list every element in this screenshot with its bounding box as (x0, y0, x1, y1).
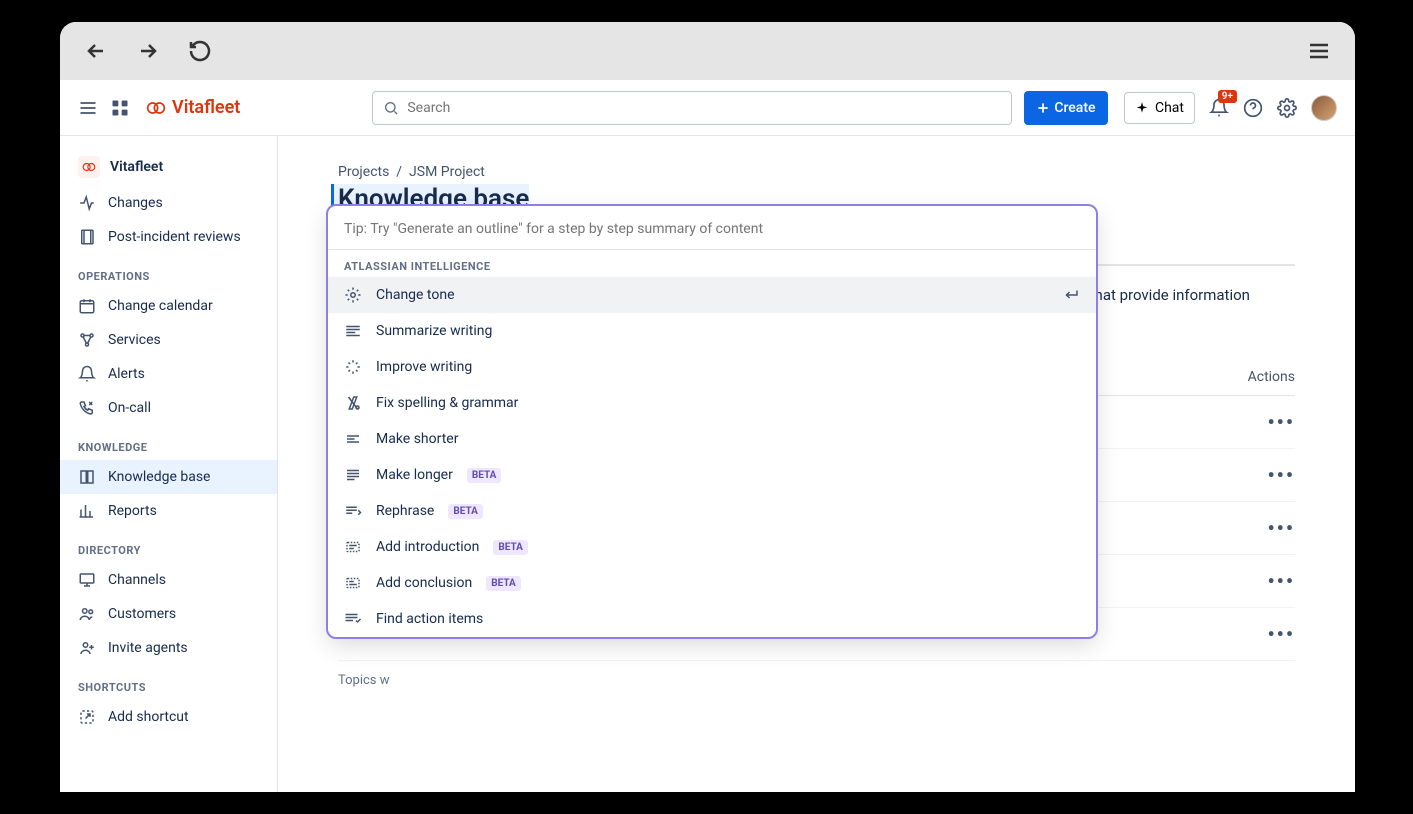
ai-item-icon (344, 502, 362, 520)
sidebar-item[interactable]: Changes (60, 186, 277, 220)
sidebar-item[interactable]: Invite agents (60, 631, 277, 665)
sidebar-section: DIRECTORY (60, 528, 277, 563)
breadcrumb-current[interactable]: JSM Project (409, 164, 485, 180)
create-button[interactable]: Create (1024, 91, 1107, 125)
row-actions-button[interactable]: ••• (1267, 410, 1295, 434)
brand-name: Vitafleet (172, 97, 240, 118)
beta-badge: BETA (486, 576, 521, 591)
sidebar-icon (78, 605, 96, 623)
settings-button[interactable] (1277, 98, 1297, 118)
forward-button[interactable] (136, 39, 160, 63)
sidebar-icon (78, 365, 96, 383)
ai-item-icon (344, 574, 362, 592)
ai-menu-item[interactable]: Summarize writing (328, 313, 1096, 349)
sidebar-item[interactable]: Add shortcut (60, 700, 277, 734)
browser-window: Vitafleet Create Chat 9+ (60, 22, 1355, 792)
ai-item-icon (344, 394, 362, 412)
sidebar-section: SHORTCUTS (60, 665, 277, 700)
ai-menu-item[interactable]: Change tone (328, 277, 1096, 313)
ai-item-icon (344, 538, 362, 556)
sidebar-icon (78, 297, 96, 315)
row-actions-button[interactable]: ••• (1267, 622, 1295, 646)
ai-menu-item[interactable]: Add conclusion BETA (328, 565, 1096, 601)
sidebar-item[interactable]: Services (60, 323, 277, 357)
sidebar-item[interactable]: Knowledge base (60, 460, 277, 494)
sidebar-item[interactable]: Reports (60, 494, 277, 528)
main-content: Projects / JSM Project Knowledge base Ar… (278, 136, 1355, 792)
ai-section-label: ATLASSIAN INTELLIGENCE (328, 250, 1096, 277)
brand-logo[interactable]: Vitafleet (146, 97, 240, 118)
ai-menu-item[interactable]: Find action items (328, 601, 1096, 637)
ai-menu-item[interactable]: Fix spelling & grammar (328, 385, 1096, 421)
sidebar-icon (78, 399, 96, 417)
sidebar-icon (78, 468, 96, 486)
sidebar-item[interactable]: Post-incident reviews (60, 220, 277, 254)
sidebar-icon (78, 331, 96, 349)
beta-badge: BETA (467, 468, 502, 483)
ai-item-icon (344, 322, 362, 340)
table-note: Topics w (338, 673, 1295, 688)
sidebar-icon (78, 571, 96, 589)
sidebar-project[interactable]: Vitafleet (60, 148, 277, 186)
ai-item-icon (344, 430, 362, 448)
sidebar-icon (78, 194, 96, 212)
sparkle-icon (1135, 101, 1149, 115)
sidebar: Vitafleet ChangesPost-incident reviewsOP… (60, 136, 278, 792)
ai-menu-item[interactable]: Make shorter (328, 421, 1096, 457)
breadcrumb-projects[interactable]: Projects (338, 164, 389, 180)
ai-menu-item[interactable]: Improve writing (328, 349, 1096, 385)
row-actions-button[interactable]: ••• (1267, 569, 1295, 593)
chat-button[interactable]: Chat (1124, 92, 1195, 124)
sidebar-icon (78, 502, 96, 520)
help-button[interactable] (1243, 98, 1263, 118)
ai-item-icon (344, 466, 362, 484)
beta-badge: BETA (493, 540, 528, 555)
apps-icon[interactable] (110, 98, 130, 118)
notif-badge: 9+ (1218, 90, 1237, 103)
row-actions-button[interactable]: ••• (1267, 516, 1295, 540)
sidebar-icon (78, 639, 96, 657)
avatar[interactable] (1311, 95, 1337, 121)
sidebar-item[interactable]: Channels (60, 563, 277, 597)
ai-input[interactable] (344, 221, 1080, 237)
ai-menu-item[interactable]: Rephrase BETA (328, 493, 1096, 529)
back-button[interactable] (84, 39, 108, 63)
search-input[interactable] (407, 100, 1001, 116)
sidebar-item[interactable]: Change calendar (60, 289, 277, 323)
sidebar-item[interactable]: Alerts (60, 357, 277, 391)
row-actions-button[interactable]: ••• (1267, 463, 1295, 487)
ai-item-icon (344, 286, 362, 304)
notifications-button[interactable]: 9+ (1209, 98, 1229, 118)
ai-menu-item[interactable]: Make longer BETA (328, 457, 1096, 493)
browser-toolbar (60, 22, 1355, 80)
col-actions: Actions (1248, 369, 1295, 385)
ai-popup: ATLASSIAN INTELLIGENCE Change tone Summa… (328, 206, 1096, 637)
ai-menu-item[interactable]: Add introduction BETA (328, 529, 1096, 565)
sidebar-section: OPERATIONS (60, 254, 277, 289)
search-box[interactable] (372, 91, 1012, 125)
sidebar-section: KNOWLEDGE (60, 425, 277, 460)
breadcrumb: Projects / JSM Project (338, 164, 1295, 180)
beta-badge: BETA (448, 504, 483, 519)
hamburger-button[interactable] (1307, 39, 1331, 63)
ai-item-icon (344, 610, 362, 628)
plus-icon (1036, 101, 1050, 115)
reload-button[interactable] (188, 39, 212, 63)
menu-icon[interactable] (78, 98, 98, 118)
sidebar-icon (78, 228, 96, 246)
sidebar-icon (78, 708, 96, 726)
sidebar-item[interactable]: On-call (60, 391, 277, 425)
app-topbar: Vitafleet Create Chat 9+ (60, 80, 1355, 136)
search-icon (383, 100, 399, 116)
enter-icon (1062, 286, 1080, 304)
sidebar-item[interactable]: Customers (60, 597, 277, 631)
ai-item-icon (344, 358, 362, 376)
